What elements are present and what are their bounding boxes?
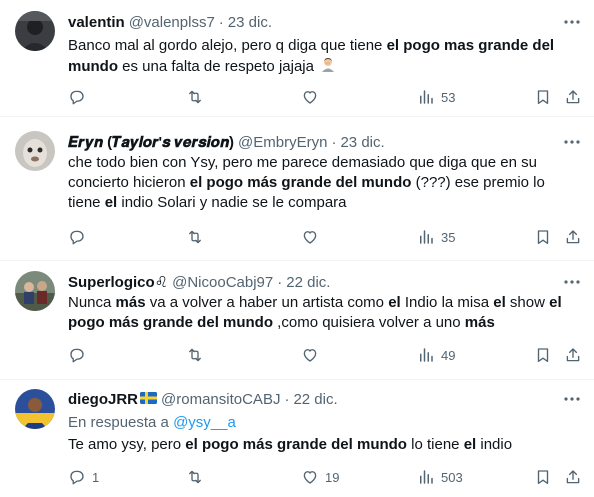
retweet-button[interactable] bbox=[186, 466, 210, 488]
views-button[interactable]: 35 bbox=[417, 226, 455, 248]
like-icon bbox=[303, 471, 317, 484]
action-bar: 53 bbox=[68, 86, 582, 108]
views-button[interactable]: 53 bbox=[417, 86, 455, 108]
display-name[interactable]: 𝑬𝒓𝒚𝒏 (𝑻𝒂𝒚𝒍𝒐𝒓'𝒔 𝒗𝒆𝒓𝒔𝒊𝒐𝒏) bbox=[68, 134, 234, 151]
reply-icon bbox=[70, 348, 84, 363]
share-button[interactable] bbox=[564, 344, 582, 366]
like-icon bbox=[303, 231, 317, 244]
retweet-button[interactable] bbox=[186, 344, 210, 366]
tweet-valentin[interactable]: valentin @valenplss7 · 23 dic. Banco mal… bbox=[0, 0, 594, 117]
bookmark-button[interactable] bbox=[534, 226, 552, 248]
views-icon bbox=[420, 348, 433, 362]
reply-button[interactable]: 1 bbox=[68, 466, 99, 488]
action-bar: 49 bbox=[68, 344, 582, 366]
share-icon bbox=[566, 230, 580, 244]
avatar[interactable] bbox=[15, 271, 55, 311]
bookmark-icon bbox=[537, 230, 549, 245]
share-icon bbox=[566, 90, 580, 104]
tweet-superlogico[interactable]: Superlogico♌ @NicooCabj97 · 22 dic. Nunc… bbox=[0, 261, 594, 380]
tweet-feed: valentin @valenplss7 · 23 dic. Banco mal… bbox=[0, 0, 594, 497]
like-icon bbox=[303, 349, 317, 362]
retweet-icon bbox=[189, 470, 201, 484]
separator-dot: · bbox=[284, 390, 290, 408]
views-icon bbox=[420, 90, 433, 104]
user-handle[interactable]: @romansitoCABJ bbox=[161, 391, 280, 408]
timestamp[interactable]: 23 dic. bbox=[340, 134, 384, 151]
more-icon[interactable] bbox=[562, 390, 582, 408]
share-icon bbox=[566, 470, 580, 484]
separator-dot: · bbox=[277, 273, 283, 291]
views-icon bbox=[420, 230, 433, 244]
views-button[interactable]: 49 bbox=[417, 344, 455, 366]
tweet-header: valentin @valenplss7 · 23 dic. bbox=[68, 12, 272, 32]
reply-to-link[interactable]: @ysy__a bbox=[173, 414, 236, 431]
like-button[interactable] bbox=[301, 344, 325, 366]
tweet-header: 𝑬𝒓𝒚𝒏 (𝑻𝒂𝒚𝒍𝒐𝒓'𝒔 𝒗𝒆𝒓𝒔𝒊𝒐𝒏) @EmbryEryn · 23 … bbox=[68, 132, 385, 152]
reply-button[interactable] bbox=[68, 226, 92, 248]
reply-icon bbox=[70, 470, 84, 485]
tweet-text: Te amo ysy, pero el pogo más grande del … bbox=[68, 436, 513, 453]
reply-button[interactable] bbox=[68, 86, 92, 108]
reply-icon bbox=[70, 230, 84, 245]
like-button[interactable]: 19 bbox=[301, 466, 339, 488]
bookmark-icon bbox=[537, 348, 549, 363]
retweet-icon bbox=[189, 90, 201, 104]
tweet-text: Nunca más va a volver a haber un artista… bbox=[68, 294, 562, 331]
sweden-flag-emoji bbox=[140, 391, 158, 408]
tweet-diegojrr[interactable]: diegoJRR @romansitoCABJ · 22 dic. En res… bbox=[0, 380, 594, 497]
views-icon bbox=[420, 470, 433, 484]
separator-dot: · bbox=[218, 13, 224, 31]
views-button[interactable]: 503 bbox=[417, 466, 463, 488]
retweet-button[interactable] bbox=[186, 86, 210, 108]
more-icon[interactable] bbox=[562, 133, 582, 151]
display-name[interactable]: diegoJRR bbox=[68, 391, 138, 408]
tweet-text: che todo bien con Ysy, pero me parece de… bbox=[68, 154, 545, 211]
user-handle[interactable]: @EmbryEryn bbox=[238, 134, 327, 151]
bookmark-button[interactable] bbox=[534, 344, 552, 366]
bookmark-icon bbox=[537, 470, 549, 485]
display-name[interactable]: Superlogico♌ bbox=[68, 273, 168, 291]
like-count: 19 bbox=[325, 469, 340, 485]
like-button[interactable] bbox=[301, 86, 325, 108]
avatar[interactable] bbox=[15, 131, 55, 171]
share-button[interactable] bbox=[564, 466, 582, 488]
reply-icon bbox=[70, 90, 84, 105]
share-button[interactable] bbox=[564, 226, 582, 248]
facepalm-emoji bbox=[320, 56, 336, 78]
reply-count: 1 bbox=[92, 469, 100, 485]
user-handle[interactable]: @NicooCabj97 bbox=[172, 274, 273, 291]
timestamp[interactable]: 22 dic. bbox=[286, 274, 330, 291]
reply-context: En respuesta a @ysy__a bbox=[68, 414, 236, 431]
action-bar: 1 19 503 bbox=[68, 466, 582, 488]
action-bar: 35 bbox=[68, 226, 582, 248]
separator-dot: · bbox=[331, 133, 337, 151]
share-button[interactable] bbox=[564, 86, 582, 108]
more-icon[interactable] bbox=[562, 13, 582, 31]
avatar[interactable] bbox=[15, 389, 55, 429]
bookmark-button[interactable] bbox=[534, 86, 552, 108]
display-name[interactable]: valentin bbox=[68, 14, 125, 31]
timestamp[interactable]: 23 dic. bbox=[228, 14, 272, 31]
tweet-text: Banco mal al gordo alejo, pero q diga qu… bbox=[68, 36, 578, 78]
tweet-header: diegoJRR @romansitoCABJ · 22 dic. bbox=[68, 389, 338, 409]
retweet-button[interactable] bbox=[186, 226, 210, 248]
tweet-eryn[interactable]: 𝑬𝒓𝒚𝒏 (𝑻𝒂𝒚𝒍𝒐𝒓'𝒔 𝒗𝒆𝒓𝒔𝒊𝒐𝒏) @EmbryEryn · 23 … bbox=[0, 117, 594, 261]
views-count: 503 bbox=[441, 469, 463, 485]
avatar[interactable] bbox=[15, 11, 55, 51]
tweet-header: Superlogico♌ @NicooCabj97 · 22 dic. bbox=[68, 272, 330, 292]
bookmark-button[interactable] bbox=[534, 466, 552, 488]
more-icon[interactable] bbox=[562, 273, 582, 291]
like-icon bbox=[303, 91, 317, 104]
like-button[interactable] bbox=[301, 226, 325, 248]
retweet-icon bbox=[189, 348, 201, 362]
bookmark-icon bbox=[537, 90, 549, 105]
timestamp[interactable]: 22 dic. bbox=[293, 391, 337, 408]
reply-button[interactable] bbox=[68, 344, 92, 366]
retweet-icon bbox=[189, 230, 201, 244]
user-handle[interactable]: @valenplss7 bbox=[129, 14, 215, 31]
share-icon bbox=[566, 348, 580, 362]
